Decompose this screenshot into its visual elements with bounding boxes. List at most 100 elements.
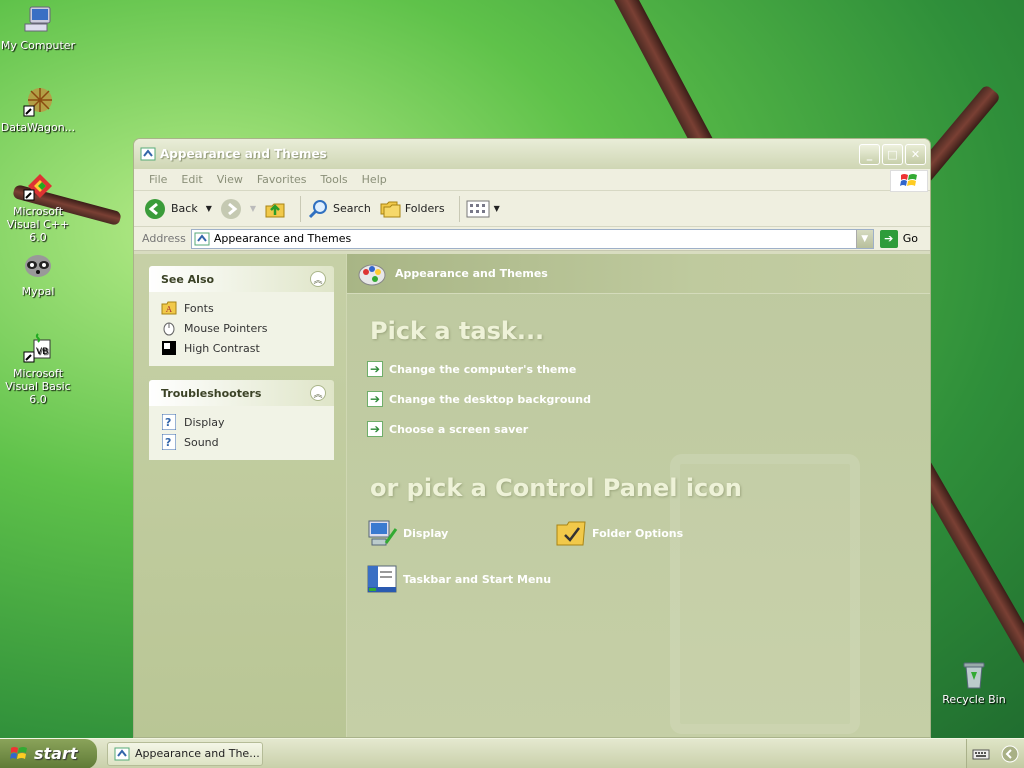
desktop-icon-mypal[interactable]: Mypal bbox=[0, 250, 76, 298]
maximize-button[interactable]: □ bbox=[882, 143, 903, 165]
svg-text:A: A bbox=[165, 305, 172, 314]
desktop-icon-recycle-bin[interactable]: Recycle Bin bbox=[936, 658, 1012, 706]
task-arrow-icon: ➔ bbox=[367, 361, 383, 377]
go-button[interactable]: ➔ Go bbox=[879, 229, 918, 248]
desktop-icon-label: Microsoft Visual C++ 6.0 bbox=[6, 205, 70, 244]
fonts-folder-icon: A bbox=[161, 300, 177, 316]
cp-display[interactable]: Display bbox=[365, 516, 448, 550]
menu-edit[interactable]: Edit bbox=[181, 173, 202, 186]
desktop-icon-label: Mypal bbox=[21, 285, 55, 298]
see-also-fonts-link[interactable]: A Fonts bbox=[161, 298, 324, 318]
control-panel-icon bbox=[140, 147, 156, 161]
menu-favorites[interactable]: Favorites bbox=[257, 173, 307, 186]
menu-view[interactable]: View bbox=[217, 173, 243, 186]
minimize-icon: _ bbox=[866, 147, 873, 161]
forward-button[interactable]: ▼ bbox=[220, 198, 256, 220]
visual-cpp-icon bbox=[23, 174, 52, 201]
views-icon bbox=[466, 200, 490, 217]
views-dropdown-icon: ▼ bbox=[493, 204, 500, 213]
forward-arrow-icon bbox=[220, 198, 241, 219]
search-icon bbox=[308, 199, 328, 218]
folder-options-icon bbox=[554, 516, 588, 550]
desktop-icon-my-computer[interactable]: My Computer bbox=[0, 4, 76, 52]
keyboard-icon[interactable] bbox=[972, 747, 990, 761]
address-input[interactable]: Appearance and Themes ▼ bbox=[190, 228, 874, 249]
collapse-chevron-icon[interactable]: ︽ bbox=[310, 271, 326, 287]
control-panel-icon bbox=[194, 232, 210, 245]
troubleshooters-header[interactable]: Troubleshooters ︽ bbox=[149, 380, 334, 406]
menu-tools[interactable]: Tools bbox=[321, 173, 348, 186]
menu-bar: File Edit View Favorites Tools Help bbox=[134, 169, 930, 192]
mouse-icon bbox=[161, 320, 177, 336]
category-header: Appearance and Themes bbox=[347, 254, 930, 294]
toolbar-separator bbox=[300, 195, 302, 222]
address-dropdown-icon[interactable]: ▼ bbox=[855, 229, 873, 248]
back-label: Back bbox=[171, 202, 198, 215]
window-content: See Also ︽ A Fonts Mouse Pointers High C… bbox=[134, 254, 930, 737]
address-value: Appearance and Themes bbox=[213, 232, 352, 245]
task-change-theme[interactable]: ➔ Change the computer's theme bbox=[367, 361, 576, 377]
back-arrow-icon bbox=[145, 198, 165, 219]
cp-taskbar-start-menu[interactable]: Taskbar and Start Menu bbox=[365, 562, 551, 596]
see-also-title: See Also bbox=[161, 272, 215, 286]
datawagon-icon bbox=[23, 88, 52, 117]
forward-dropdown-icon: ▼ bbox=[249, 204, 257, 213]
desktop-icon-label: My Computer bbox=[0, 39, 76, 52]
control-panel-icon bbox=[114, 747, 130, 760]
tray-expand-icon[interactable] bbox=[1001, 745, 1019, 763]
task-change-background[interactable]: ➔ Change the desktop background bbox=[367, 391, 591, 407]
toolbar-separator bbox=[458, 195, 460, 222]
see-also-mouse-pointers-link[interactable]: Mouse Pointers bbox=[161, 318, 324, 338]
svg-text:?: ? bbox=[165, 436, 171, 449]
task-arrow-icon: ➔ bbox=[367, 391, 383, 407]
taskbar-window-label: Appearance and The... bbox=[135, 747, 260, 760]
window-title: Appearance and Themes bbox=[160, 147, 327, 161]
category-main-pane: Appearance and Themes Pick a task... ➔ C… bbox=[346, 254, 930, 737]
close-button[interactable]: ✕ bbox=[905, 143, 926, 165]
desktop-icon-label: DataWagon... bbox=[0, 121, 76, 134]
cp-folder-options[interactable]: Folder Options bbox=[554, 516, 683, 550]
folders-icon bbox=[380, 201, 401, 217]
see-also-high-contrast-link[interactable]: High Contrast bbox=[161, 338, 324, 358]
folders-button[interactable]: Folders bbox=[379, 198, 445, 220]
pick-task-heading: Pick a task... bbox=[370, 317, 545, 345]
collapse-chevron-icon[interactable]: ︽ bbox=[310, 385, 326, 401]
taskbar-window-button[interactable]: Appearance and The... bbox=[107, 741, 263, 766]
troubleshooter-sound-link[interactable]: ? Sound bbox=[161, 432, 324, 452]
desktop-icon-label: Recycle Bin bbox=[942, 693, 1006, 706]
recycle-bin-icon bbox=[963, 662, 985, 689]
menu-file[interactable]: File bbox=[149, 173, 167, 186]
back-dropdown-icon[interactable]: ▼ bbox=[206, 204, 212, 213]
window-titlebar[interactable]: Appearance and Themes _ □ ✕ bbox=[134, 139, 930, 169]
help-icon: ? bbox=[161, 414, 177, 430]
desktop-icon-visual-cpp[interactable]: Microsoft Visual C++ 6.0 bbox=[0, 170, 76, 244]
up-folder-icon bbox=[265, 203, 285, 217]
search-button[interactable]: Search bbox=[307, 198, 371, 220]
mypal-raccoon-icon bbox=[25, 255, 51, 277]
task-pane: See Also ︽ A Fonts Mouse Pointers High C… bbox=[134, 254, 346, 737]
start-label: start bbox=[34, 744, 78, 763]
start-button[interactable]: start bbox=[0, 738, 97, 768]
desktop-icon-datawagon[interactable]: DataWagon... bbox=[0, 86, 76, 134]
high-contrast-icon bbox=[161, 340, 177, 356]
see-also-header[interactable]: See Also ︽ bbox=[149, 266, 334, 292]
minimize-button[interactable]: _ bbox=[859, 143, 880, 165]
menu-help[interactable]: Help bbox=[362, 173, 387, 186]
display-icon bbox=[365, 516, 399, 550]
pick-icon-heading: or pick a Control Panel icon bbox=[370, 474, 742, 502]
troubleshooter-display-link[interactable]: ? Display bbox=[161, 412, 324, 432]
category-title: Appearance and Themes bbox=[395, 267, 548, 280]
back-button[interactable]: Back ▼ bbox=[144, 198, 212, 220]
appearance-themes-icon bbox=[358, 264, 386, 285]
task-arrow-icon: ➔ bbox=[367, 421, 383, 437]
my-computer-icon bbox=[24, 6, 51, 32]
views-button[interactable]: ▼ bbox=[466, 199, 500, 219]
maximize-icon: □ bbox=[887, 147, 898, 161]
go-label: Go bbox=[902, 232, 918, 245]
task-choose-screen-saver[interactable]: ➔ Choose a screen saver bbox=[367, 421, 528, 437]
desktop-icon-visual-basic[interactable]: VB Microsoft Visual Basic 6.0 bbox=[0, 332, 76, 406]
troubleshooters-title: Troubleshooters bbox=[161, 386, 262, 400]
svg-text:VB: VB bbox=[36, 347, 48, 357]
toolbar: Back ▼ ▼ Search Folders ▼ bbox=[134, 191, 930, 227]
up-folder-button[interactable] bbox=[264, 198, 286, 220]
